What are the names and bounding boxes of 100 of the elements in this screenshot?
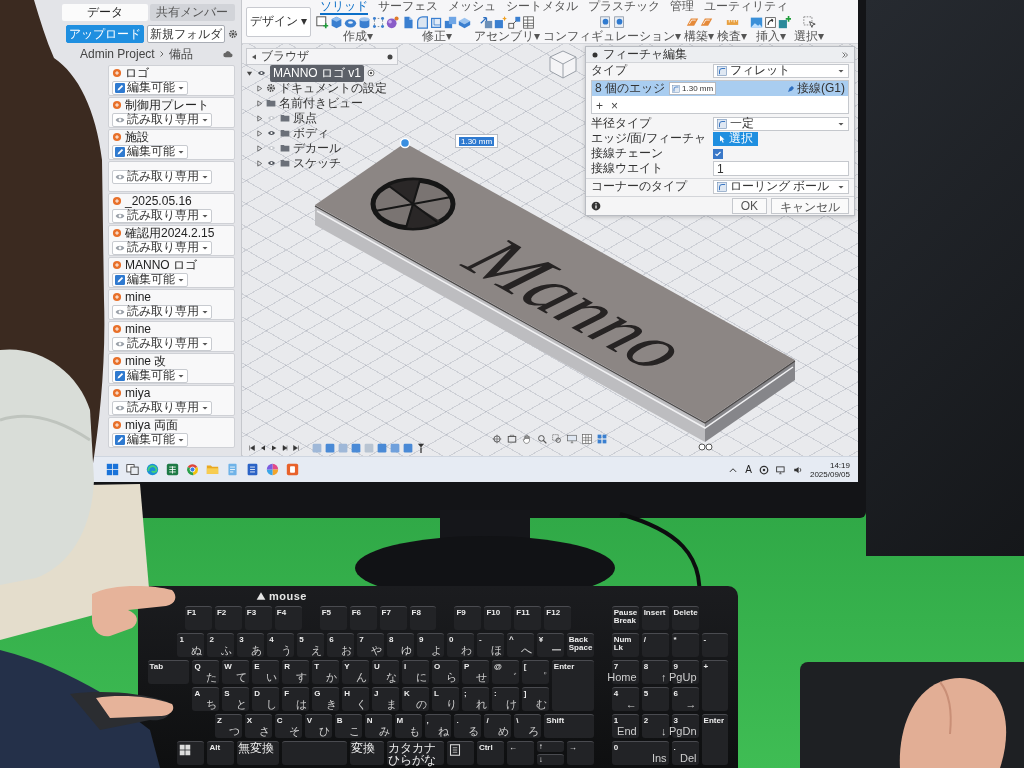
keyboard-key[interactable]: / め xyxy=(484,713,512,738)
slab-icon[interactable] xyxy=(458,16,472,29)
keyboard-key[interactable]: Ctrl xyxy=(476,740,504,765)
app-tile-icon[interactable] xyxy=(286,463,299,476)
keyboard-key[interactable]: / xyxy=(641,632,669,657)
eye-icon[interactable] xyxy=(266,159,277,167)
keyboard-key[interactable]: → xyxy=(566,740,594,765)
keyboard-key[interactable]: O ら xyxy=(432,659,459,684)
windows-logo-icon[interactable] xyxy=(106,463,119,476)
skip-start-icon[interactable] xyxy=(248,444,256,452)
keyboard-key[interactable]: ↑ xyxy=(536,740,564,752)
keyboard-key[interactable]: F11 xyxy=(514,605,542,630)
radius-field[interactable]: 1.30 mm xyxy=(669,82,717,95)
crosshair-icon[interactable] xyxy=(492,434,502,444)
breadcrumb-link[interactable]: 備品 xyxy=(168,45,193,63)
ribbon-tab[interactable]: サーフェス xyxy=(378,0,439,15)
keyboard-key[interactable]: Alt xyxy=(207,740,235,765)
tool-group-menu[interactable]: 選択▾ xyxy=(794,30,825,43)
ribbon-tab[interactable]: シートメタル xyxy=(506,0,579,15)
feature-tile-icon[interactable] xyxy=(325,443,335,453)
file-card[interactable]: _2025.05.16 読み取り専用 xyxy=(108,193,235,224)
cloud-icon[interactable] xyxy=(223,49,233,59)
grid-icon[interactable] xyxy=(582,434,592,444)
keyboard-key[interactable]: Z つ xyxy=(214,713,242,738)
task-view-icon[interactable] xyxy=(126,463,139,476)
keyboard-key[interactable]: Enter xyxy=(701,713,729,765)
keyboard-key[interactable]: F は xyxy=(282,686,310,711)
access-dropdown[interactable]: 編集可能 xyxy=(112,368,188,383)
workspace-dropdown[interactable]: デザイン ▾ xyxy=(246,6,312,37)
tree-item[interactable]: 原点 xyxy=(293,109,317,127)
box-outline-icon[interactable] xyxy=(430,16,444,29)
keyboard-key[interactable]: W て xyxy=(222,659,250,684)
plus-box-icon[interactable] xyxy=(778,16,792,29)
keyboard-key[interactable]: F2 xyxy=(214,605,242,630)
cancel-button[interactable]: キャンセル xyxy=(771,198,849,214)
keyboard-key[interactable]: カタカナひらがな xyxy=(387,740,444,765)
feature-tile-icon[interactable] xyxy=(364,443,374,453)
eye-icon[interactable] xyxy=(256,69,267,77)
point-marker-icon[interactable] xyxy=(399,137,411,149)
keyboard-key[interactable]: 1 ぬ xyxy=(177,632,205,657)
keyboard-key[interactable]: J ま xyxy=(372,686,400,711)
keyboard-key[interactable]: Pause Break xyxy=(611,605,639,630)
play-icon[interactable] xyxy=(270,444,278,452)
input-mode-indicator[interactable]: A xyxy=(745,464,752,475)
zoom-window-icon[interactable] xyxy=(552,434,562,444)
ribbon-tab[interactable]: メッシュ xyxy=(448,0,497,15)
keyboard-key[interactable]: F5 xyxy=(319,605,347,630)
access-dropdown[interactable]: 読み取り専用 xyxy=(112,208,212,223)
keyboard-key[interactable]: Q た xyxy=(192,659,220,684)
keyboard-key[interactable]: ↓ xyxy=(536,753,564,765)
keyboard-key[interactable]: R す xyxy=(282,659,310,684)
dot-icon[interactable] xyxy=(386,52,394,61)
keyboard-key[interactable]: ^ へ xyxy=(506,632,534,657)
selection-row[interactable]: 8 個のエッジ 1.30 mm 接線(G1) xyxy=(592,81,848,96)
keyboard-key[interactable]: + xyxy=(701,659,729,711)
keyboard-key[interactable]: D し xyxy=(252,686,280,711)
hand-icon[interactable] xyxy=(522,434,532,444)
file-card[interactable]: mine 読み取り専用 xyxy=(108,289,235,320)
file-card[interactable]: 確認用2024.2.15 読み取り専用 xyxy=(108,225,235,256)
tool-group-menu[interactable]: 構築▾ xyxy=(684,30,715,43)
keyboard-key[interactable]: . Del xyxy=(671,740,699,765)
double-chevron-icon[interactable] xyxy=(841,50,849,59)
plane-icon[interactable] xyxy=(685,16,699,29)
continuity-dropdown[interactable]: 接線(G1) xyxy=(787,80,845,97)
keyboard-key[interactable]: A ち xyxy=(192,686,220,711)
keyboard-key[interactable]: H く xyxy=(342,686,370,711)
file-card[interactable]: 制御用プレート 読み取り専用 xyxy=(108,97,235,128)
dropdown[interactable]: ローリング ボール xyxy=(713,179,849,194)
access-dropdown[interactable]: 読み取り専用 xyxy=(112,400,212,415)
dots-icon[interactable] xyxy=(372,16,386,29)
access-dropdown[interactable]: 編集可能 xyxy=(112,432,188,447)
keyboard-key[interactable]: N み xyxy=(364,713,392,738)
keyboard-key[interactable]: 7 や xyxy=(357,632,385,657)
monitor-icon[interactable] xyxy=(775,464,786,475)
arc-icon[interactable] xyxy=(416,16,430,29)
box-frame-icon[interactable] xyxy=(507,434,517,444)
eye-icon[interactable] xyxy=(266,129,277,137)
breadcrumb-link[interactable]: Admin Project xyxy=(80,47,155,61)
access-dropdown[interactable]: 編集可能 xyxy=(112,272,188,287)
keyboard-key[interactable]: : け xyxy=(491,686,519,711)
keyboard-key[interactable]: F6 xyxy=(349,605,377,630)
twin-circles-icon[interactable] xyxy=(698,443,713,451)
collapse-icon[interactable] xyxy=(250,52,258,61)
file-card[interactable]: miya 読み取り専用 xyxy=(108,385,235,416)
keyboard-key[interactable]: X さ xyxy=(244,713,272,738)
keyboard-key[interactable]: 0 わ xyxy=(447,632,474,657)
feature-tile-icon[interactable] xyxy=(338,443,348,453)
step-back-icon[interactable] xyxy=(259,444,267,452)
keyboard-key[interactable]: F4 xyxy=(274,605,302,630)
gear-icon[interactable] xyxy=(228,29,238,39)
keyboard-key[interactable]: 3 あ xyxy=(237,632,265,657)
keyboard-key[interactable]: Shift xyxy=(544,713,594,738)
keyboard-key[interactable]: 0 Ins xyxy=(611,740,669,765)
monitor-icon[interactable] xyxy=(567,434,577,444)
tree-item[interactable]: ドキュメントの設定 xyxy=(279,79,387,97)
file-card[interactable]: mine 読み取り専用 xyxy=(108,321,235,352)
keyboard-key[interactable]: F12 xyxy=(544,605,572,630)
keyboard-key[interactable]: F1 xyxy=(184,605,212,630)
keyboard-key[interactable]: Y ん xyxy=(342,659,370,684)
timeline-marker-icon[interactable] xyxy=(416,443,426,453)
